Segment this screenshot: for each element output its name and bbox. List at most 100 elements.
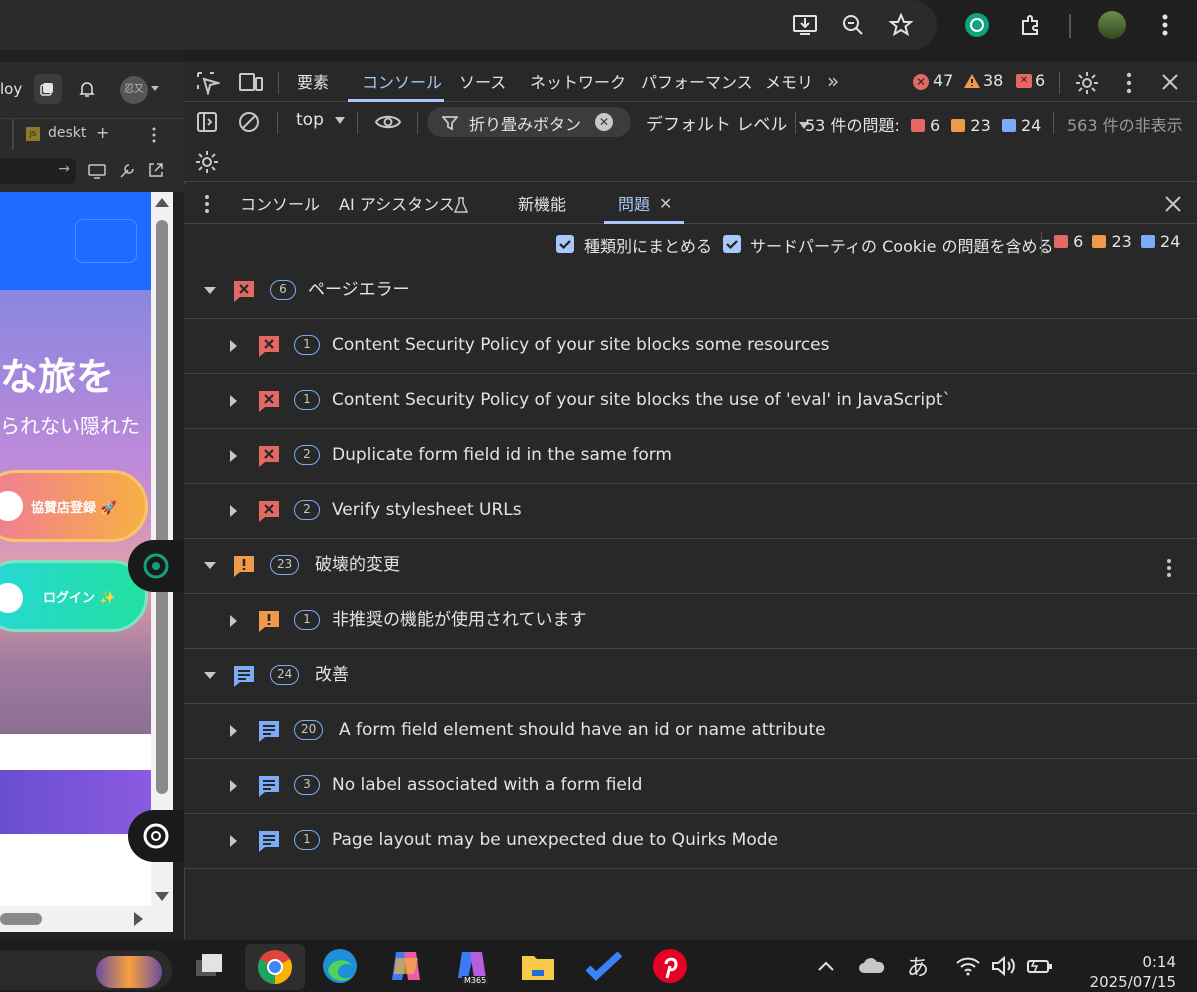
drawer-tab-console[interactable]: コンソール (240, 184, 320, 224)
expand-caret-right-icon[interactable] (230, 450, 237, 462)
close-tab-icon[interactable]: ✕ (659, 194, 672, 213)
taskbar-m365-icon[interactable]: M365 (452, 946, 492, 986)
context-select[interactable]: top (296, 110, 345, 136)
error-count[interactable]: 47 (933, 71, 953, 90)
go-arrow-icon[interactable]: → (58, 161, 70, 177)
issues-count[interactable]: 6 (1035, 71, 1045, 90)
ime-indicator[interactable]: あ (898, 946, 938, 986)
filter-input[interactable]: 折り畳みボタン ✕ (427, 107, 631, 137)
register-button[interactable]: 協賛店登録 🚀 (0, 470, 148, 542)
open-external-icon[interactable] (148, 162, 164, 178)
expand-caret-right-icon[interactable] (230, 725, 237, 737)
issue-row[interactable]: 20 A form field element should have an id… (184, 704, 1197, 759)
taskbar-clock[interactable]: 0:14 2025/07/15 (1076, 953, 1176, 991)
device-toolbar-icon[interactable] (238, 71, 264, 95)
taskbar-copilot-icon[interactable] (386, 946, 426, 986)
tab-console[interactable]: コンソール (362, 62, 442, 102)
monitor-icon[interactable] (88, 164, 106, 180)
scroll-up-arrow[interactable] (155, 198, 169, 207)
drawer-tab-ai-assistance[interactable]: AI アシスタンス (339, 184, 455, 224)
page-url-input[interactable]: → (0, 158, 76, 184)
expand-caret-down-icon[interactable] (204, 287, 216, 294)
battery-icon[interactable] (1020, 946, 1060, 986)
sidebar-toggle-icon[interactable] (196, 111, 218, 133)
extensions-puzzle-icon[interactable] (1011, 5, 1051, 45)
inspect-element-icon[interactable] (196, 71, 220, 95)
issue-row[interactable]: 2 Verify stylesheet URLs (184, 484, 1197, 539)
hscroll-thumb[interactable] (0, 913, 42, 925)
third-party-cookie-checkbox[interactable] (723, 235, 741, 253)
scrollbar-thumb[interactable] (156, 220, 168, 794)
bookmark-star-icon[interactable] (881, 5, 921, 45)
tab-network[interactable]: ネットワーク (530, 62, 626, 102)
log-level-select[interactable]: デフォルト レベル (646, 110, 809, 135)
group-menu-icon[interactable] (1166, 558, 1172, 578)
expand-caret-right-icon[interactable] (230, 780, 237, 792)
drawer-menu-icon[interactable] (204, 194, 210, 214)
wifi-icon[interactable] (948, 946, 988, 986)
expand-caret-right-icon[interactable] (230, 505, 237, 517)
group-by-kind-checkbox[interactable] (556, 235, 574, 253)
task-view-icon[interactable] (190, 946, 230, 986)
chatgpt-sidebar-button[interactable] (128, 540, 184, 592)
close-devtools-icon[interactable] (1161, 73, 1179, 91)
tab-deskt[interactable]: deskt (48, 125, 86, 141)
avatar[interactable]: 忍又 (120, 76, 148, 104)
drawer-tab-whats-new[interactable]: 新機能 (518, 184, 566, 224)
scroll-right-arrow[interactable] (134, 912, 143, 926)
profile-avatar[interactable] (1092, 5, 1132, 45)
chevron-down-icon[interactable] (151, 86, 159, 91)
zoom-icon[interactable] (833, 5, 873, 45)
console-settings-gear-icon[interactable] (195, 150, 219, 174)
volume-icon[interactable] (984, 946, 1024, 986)
header-menu-button[interactable] (75, 219, 137, 263)
issue-group-row[interactable]: 24 改善 (184, 649, 1197, 704)
horizontal-scrollbar[interactable] (0, 906, 173, 932)
bell-icon[interactable] (78, 80, 96, 98)
taskbar-widget-area[interactable] (0, 950, 172, 990)
browser-menu-icon[interactable] (1145, 5, 1185, 45)
issue-row[interactable]: 1 非推奨の機能が使用されています (184, 594, 1197, 649)
taskbar-file-explorer-icon[interactable] (518, 946, 558, 986)
live-expression-eye-icon[interactable] (374, 112, 402, 132)
openai-sidebar-button[interactable] (128, 810, 184, 862)
issue-row[interactable]: 1 Content Security Policy of your site bl… (184, 374, 1197, 429)
install-app-icon[interactable] (785, 5, 825, 45)
expand-caret-right-icon[interactable] (230, 395, 237, 407)
taskbar-pinterest-icon[interactable] (650, 946, 690, 986)
drawer-tab-issues[interactable]: 問題 (618, 184, 650, 224)
issue-group-row[interactable]: 6 ページエラー (184, 264, 1197, 319)
chatgpt-extension-icon[interactable] (957, 5, 997, 45)
issue-row[interactable]: 1 Content Security Policy of your site bl… (184, 319, 1197, 374)
tab-memory[interactable]: メモリ (765, 62, 813, 102)
warning-count[interactable]: 38 (983, 71, 1003, 90)
close-drawer-icon[interactable] (1165, 196, 1181, 212)
taskbar-todo-icon[interactable] (584, 946, 624, 986)
expand-caret-right-icon[interactable] (230, 615, 237, 627)
taskbar-chrome-icon[interactable] (245, 944, 305, 990)
scroll-down-arrow[interactable] (155, 892, 169, 901)
issues-summary-button[interactable]: 53 件の問題: 6 23 24 (805, 112, 1041, 136)
issue-row[interactable]: 2 Duplicate form field id in the same for… (184, 429, 1197, 484)
tabs-more-icon[interactable] (152, 127, 156, 143)
devtools-menu-icon[interactable] (1126, 72, 1132, 94)
expand-caret-right-icon[interactable] (230, 340, 237, 352)
more-tabs-icon[interactable]: » (827, 69, 839, 93)
wrench-icon[interactable] (118, 162, 136, 180)
onedrive-cloud-icon[interactable] (852, 946, 892, 986)
clear-console-icon[interactable] (238, 111, 260, 133)
issue-group-row[interactable]: 23 破壊的変更 (184, 539, 1197, 594)
clear-filter-icon[interactable]: ✕ (595, 113, 613, 131)
login-button[interactable]: ログイン ✨ (0, 560, 148, 632)
issue-row[interactable]: 3 No label associated with a form field (184, 759, 1197, 814)
taskbar-edge-icon[interactable] (320, 946, 360, 986)
issue-row[interactable]: 1 Page layout may be unexpected due to Qu… (184, 814, 1197, 869)
expand-caret-right-icon[interactable] (230, 835, 237, 847)
widget-weather-icon[interactable] (96, 956, 162, 988)
expand-caret-down-icon[interactable] (204, 672, 216, 679)
settings-gear-icon[interactable] (1075, 71, 1099, 95)
expand-caret-down-icon[interactable] (204, 562, 216, 569)
add-tab-icon[interactable]: + (96, 123, 109, 142)
tab-sources[interactable]: ソース (459, 62, 506, 102)
copy-icon[interactable] (34, 74, 62, 104)
